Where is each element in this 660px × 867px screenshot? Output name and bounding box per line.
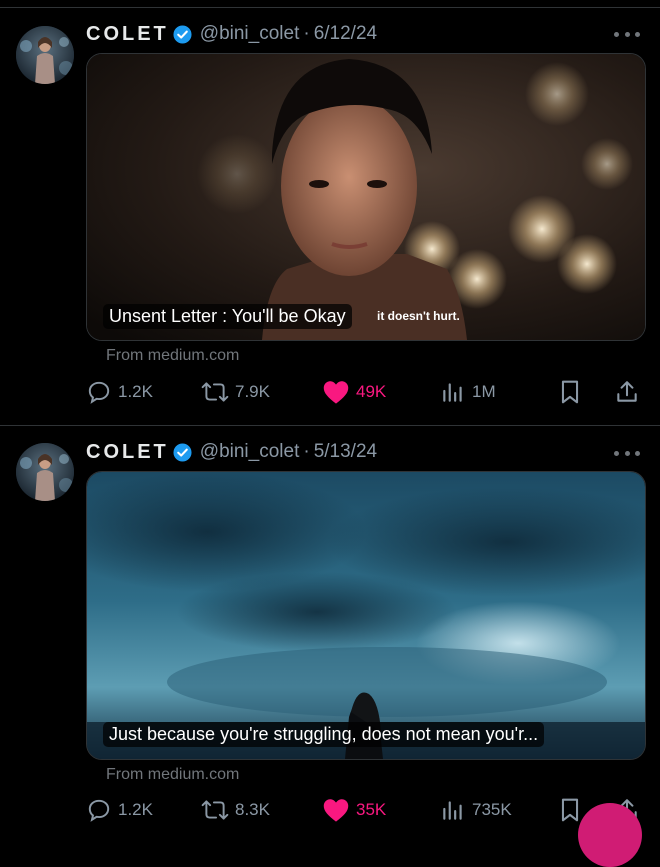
handle[interactable]: @bini_colet bbox=[200, 23, 300, 45]
link-card[interactable]: it doesn't hurt. Unsent Letter : You'll … bbox=[86, 53, 646, 341]
verified-badge-icon bbox=[173, 24, 192, 44]
card-image bbox=[87, 472, 645, 759]
tweet-header: COLET @bini_colet · 5/13/24 bbox=[86, 438, 377, 466]
avatar[interactable] bbox=[16, 26, 74, 84]
repost-count: 7.9K bbox=[235, 382, 270, 401]
like-count: 49K bbox=[356, 382, 387, 401]
repost-count: 8.3K bbox=[235, 800, 270, 819]
action-bar: 1.2K 8.3K 35K 735K bbox=[86, 794, 646, 826]
separator-dot: · bbox=[303, 23, 310, 44]
views-count: 735K bbox=[472, 800, 512, 819]
card-subtitle: it doesn't hurt. bbox=[377, 309, 460, 323]
display-name[interactable]: COLET bbox=[86, 441, 169, 464]
card-image: it doesn't hurt. bbox=[87, 54, 645, 340]
repost-icon bbox=[201, 800, 229, 820]
like-count: 35K bbox=[356, 800, 387, 819]
card-title: Unsent Letter : You'll be Okay bbox=[103, 304, 352, 329]
verified-badge-icon bbox=[173, 442, 192, 462]
bookmark-icon bbox=[561, 798, 579, 822]
card-source[interactable]: From medium.com bbox=[106, 766, 239, 784]
tweet-1[interactable]: COLET @bini_colet · 6/12/24 it doesn't h… bbox=[0, 0, 660, 425]
card-source[interactable]: From medium.com bbox=[106, 347, 239, 365]
link-card[interactable]: Just because you're struggling, does not… bbox=[86, 471, 646, 760]
share-icon bbox=[617, 381, 637, 402]
repost-button[interactable]: 7.9K bbox=[201, 376, 270, 408]
tweet-date[interactable]: 6/12/24 bbox=[314, 23, 377, 45]
repost-icon bbox=[201, 382, 229, 402]
reply-count: 1.2K bbox=[118, 800, 153, 819]
bookmark-icon bbox=[561, 380, 579, 404]
display-name[interactable]: COLET bbox=[86, 23, 169, 46]
reply-count: 1.2K bbox=[118, 382, 153, 401]
reply-button[interactable]: 1.2K bbox=[86, 376, 153, 408]
tweet-header: COLET @bini_colet · 6/12/24 bbox=[86, 20, 377, 48]
reply-icon bbox=[88, 799, 110, 822]
tweet-date[interactable]: 5/13/24 bbox=[314, 441, 377, 463]
heart-icon bbox=[323, 799, 349, 822]
views-count: 1M bbox=[472, 382, 496, 401]
action-bar: 1.2K 7.9K 49K 1M bbox=[86, 376, 646, 408]
handle[interactable]: @bini_colet bbox=[200, 441, 300, 463]
more-options-icon[interactable] bbox=[614, 26, 640, 42]
compose-button[interactable] bbox=[578, 803, 642, 867]
reply-icon bbox=[88, 381, 110, 404]
tweet-2[interactable]: COLET @bini_colet · 5/13/24 Just because… bbox=[0, 426, 660, 835]
bookmark-button[interactable] bbox=[558, 376, 582, 408]
avatar[interactable] bbox=[16, 443, 74, 501]
reply-button[interactable]: 1.2K bbox=[86, 794, 153, 826]
separator-dot: · bbox=[303, 441, 310, 462]
views-button[interactable]: 1M bbox=[440, 376, 496, 408]
bookmark-button[interactable] bbox=[558, 794, 582, 826]
heart-icon bbox=[323, 381, 349, 404]
like-button[interactable]: 35K bbox=[322, 794, 386, 826]
more-options-icon[interactable] bbox=[614, 445, 640, 461]
repost-button[interactable]: 8.3K bbox=[201, 794, 270, 826]
views-icon bbox=[443, 801, 462, 820]
views-button[interactable]: 735K bbox=[440, 794, 512, 826]
like-button[interactable]: 49K bbox=[322, 376, 386, 408]
views-icon bbox=[443, 383, 462, 402]
card-title: Just because you're struggling, does not… bbox=[103, 722, 545, 747]
share-button[interactable] bbox=[614, 376, 640, 408]
